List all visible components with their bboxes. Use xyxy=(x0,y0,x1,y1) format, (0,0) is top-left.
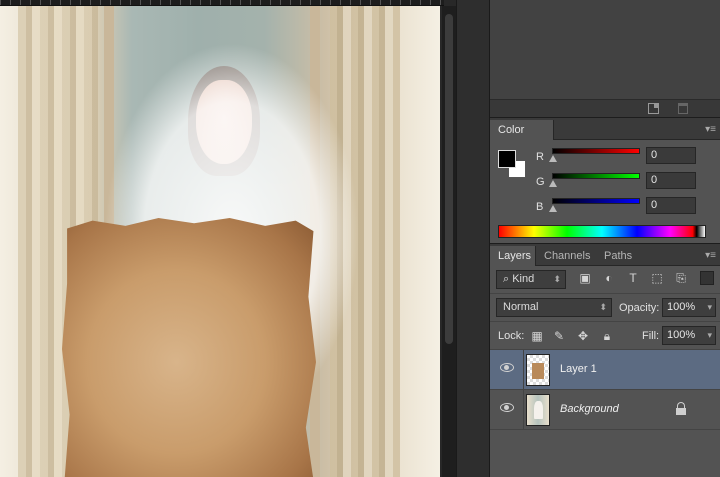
upper-panel xyxy=(490,0,720,118)
upper-panel-footer xyxy=(490,99,720,117)
chevron-down-icon[interactable]: ▾ xyxy=(707,299,712,316)
blend-mode-value: Normal xyxy=(503,301,539,313)
eye-icon[interactable] xyxy=(500,403,514,412)
filter-kind-dropdown[interactable]: ⌕ Kind ⬍ xyxy=(496,270,566,289)
layer-row-background[interactable]: Background xyxy=(490,390,720,430)
tab-color[interactable]: Color xyxy=(490,120,554,140)
canvas-image[interactable] xyxy=(0,6,440,477)
chevron-updown-icon: ⬍ xyxy=(599,302,607,312)
canvas-vertical-scrollbar[interactable] xyxy=(442,6,456,477)
document-canvas-area[interactable] xyxy=(0,0,456,477)
blue-value-field[interactable]: 0 xyxy=(646,197,696,214)
layers-panel-tabbar: Layers Channels Paths ▾≡ xyxy=(490,246,720,266)
layers-panel: Layers Channels Paths ▾≡ ⌕ Kind ⬍ ▣ ◐ T … xyxy=(490,246,720,477)
blue-slider-thumb[interactable] xyxy=(549,205,557,212)
layer-1-name[interactable]: Layer 1 xyxy=(560,363,597,375)
visibility-column[interactable] xyxy=(490,350,524,390)
fill-label: Fill: xyxy=(642,330,660,342)
collapsed-panel-dock xyxy=(456,0,490,477)
green-slider-thumb[interactable] xyxy=(549,180,557,187)
green-slider[interactable] xyxy=(552,173,640,179)
filter-toggle-icon[interactable] xyxy=(700,271,714,285)
opacity-label: Opacity: xyxy=(619,302,660,314)
visibility-column[interactable] xyxy=(490,390,524,430)
canvas-scroll-thumb[interactable] xyxy=(445,14,453,344)
blend-mode-dropdown[interactable]: Normal ⬍ xyxy=(496,298,612,317)
red-slider[interactable] xyxy=(552,148,640,154)
chevron-down-icon[interactable]: ▾ xyxy=(707,327,712,344)
layer-row-layer-1[interactable]: Layer 1 xyxy=(490,350,720,390)
color-panel-menu-icon[interactable]: ▾≡ xyxy=(705,124,716,135)
eye-icon[interactable] xyxy=(500,363,514,372)
blue-slider[interactable] xyxy=(552,198,640,204)
adjustment-filter-icon[interactable]: ◐ xyxy=(602,271,616,285)
layers-panel-menu-icon[interactable]: ▾≡ xyxy=(705,250,716,261)
background-layer-name[interactable]: Background xyxy=(560,403,619,415)
foreground-color-swatch[interactable] xyxy=(498,150,516,168)
tab-paths[interactable]: Paths xyxy=(596,246,640,266)
tab-layers[interactable]: Layers xyxy=(490,246,536,266)
opacity-value: 100% xyxy=(667,301,696,313)
lock-label: Lock: xyxy=(498,330,525,342)
red-value-field[interactable]: 0 xyxy=(646,147,696,164)
fill-value: 100% xyxy=(667,329,696,341)
smart-object-filter-icon[interactable]: ⎘ xyxy=(674,271,688,285)
blend-opacity-row: Normal ⬍ Opacity: 100% ▾ xyxy=(490,294,720,322)
lock-transparent-pixels-icon[interactable]: ▦ xyxy=(530,329,544,343)
layer-1-thumbnail[interactable] xyxy=(526,354,550,386)
trash-icon[interactable] xyxy=(678,103,688,114)
new-item-icon[interactable] xyxy=(648,103,659,114)
red-channel-label: R xyxy=(536,151,544,163)
lock-fill-row: Lock: ▦ ✎ ✥ 🔒︎ Fill: 100% ▾ xyxy=(490,322,720,350)
red-slider-thumb[interactable] xyxy=(549,155,557,162)
chevron-updown-icon: ⬍ xyxy=(553,274,561,284)
lock-image-pixels-icon[interactable]: ✎ xyxy=(552,329,566,343)
color-panel-tabbar: Color ▾≡ xyxy=(490,120,720,140)
pixel-filter-icon[interactable]: ▣ xyxy=(578,271,592,285)
color-spectrum-ramp[interactable] xyxy=(498,225,706,238)
lock-all-icon[interactable]: 🔒︎ xyxy=(600,329,614,343)
fill-field[interactable]: 100% ▾ xyxy=(662,326,716,345)
color-panel: Color ▾≡ R 0 G 0 B 0 xyxy=(490,120,720,244)
blue-channel-label: B xyxy=(536,201,544,213)
shape-filter-icon[interactable]: ⬚ xyxy=(650,271,664,285)
panels-column: Color ▾≡ R 0 G 0 B 0 Layers Channels Pat… xyxy=(490,0,720,477)
green-channel-label: G xyxy=(536,176,545,188)
layer-filter-row: ⌕ Kind ⬍ ▣ ◐ T ⬚ ⎘ xyxy=(490,266,720,294)
old-paper-layer xyxy=(62,218,316,477)
type-filter-icon[interactable]: T xyxy=(626,271,640,285)
green-value-field[interactable]: 0 xyxy=(646,172,696,189)
search-icon: ⌕ xyxy=(503,273,513,285)
lock-icon[interactable] xyxy=(676,402,686,415)
tab-channels[interactable]: Channels xyxy=(536,246,598,266)
filter-kind-value: Kind xyxy=(512,273,535,285)
background-thumbnail[interactable] xyxy=(526,394,550,426)
opacity-field[interactable]: 100% ▾ xyxy=(662,298,716,317)
lock-position-icon[interactable]: ✥ xyxy=(576,329,590,343)
